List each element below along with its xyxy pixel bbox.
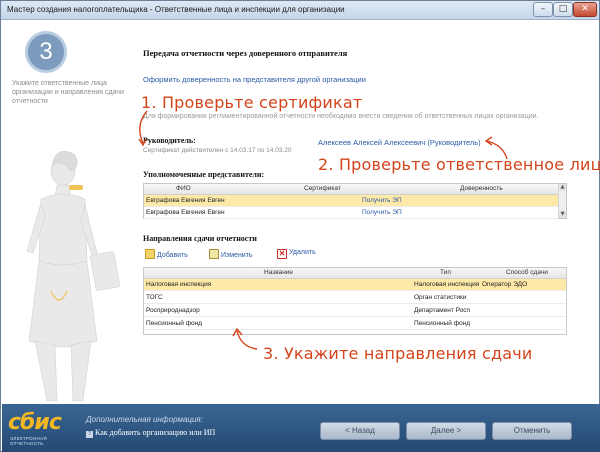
annotation-check-person: 2. Проверьте ответственное лицо <box>318 155 600 174</box>
direction-type: Пенсионный фонд <box>414 320 471 327</box>
rep-name: Евграфова Евгения Евген <box>146 209 225 216</box>
delete-direction-button[interactable]: ✕ Удалить <box>277 249 316 261</box>
maximize-button[interactable]: □ <box>553 2 573 17</box>
column-header[interactable]: Название <box>264 269 293 276</box>
direction-type: Налоговая инспекция <box>414 281 480 288</box>
add-direction-button[interactable]: Добавить <box>145 249 188 261</box>
table-row[interactable]: Евграфова Евгения Евген Получить ЭП <box>144 195 558 207</box>
column-header[interactable]: Способ сдачи <box>506 269 548 276</box>
get-signature-link[interactable]: Получить ЭП <box>362 197 402 204</box>
column-header[interactable]: Сертификат <box>304 185 341 192</box>
direction-method: Оператор ЭДО <box>482 281 528 288</box>
table-row[interactable]: Росприроднадзор Департамент Росп <box>144 305 566 317</box>
table-row[interactable]: Пенсионный фонд Пенсионный фонд <box>144 318 566 330</box>
table-row[interactable]: Евграфова Евгения Евген Получить ЭП <box>144 207 558 219</box>
cert-validity: Сертификат действителен с 14.03.17 по 14… <box>143 147 292 154</box>
page-heading: Передача отчетности через доверенного от… <box>143 48 348 58</box>
directions-table: Название Тип Способ сдачи Налоговая инсп… <box>143 267 567 335</box>
step-description: Укажите ответственные лица организации и… <box>12 80 124 105</box>
directions-label: Направления сдачи отчетности <box>143 234 257 243</box>
scroll-up-icon[interactable]: ▲ <box>559 184 566 191</box>
arrow-icon <box>138 110 148 147</box>
step-number: 3 <box>25 31 67 73</box>
footer-bar: сбис ЭЛЕКТРОННАЯ ОТЧЕТНОСТЬ Дополнительн… <box>2 404 600 452</box>
arrow-icon <box>232 327 258 350</box>
info-text: Для формирования регламентированной отче… <box>143 113 539 120</box>
representatives-label: Уполномоченные представители: <box>143 170 265 179</box>
sbis-logo: сбис ЭЛЕКТРОННАЯ ОТЧЕТНОСТЬ <box>8 410 62 446</box>
annotation-set-directions: 3. Укажите направления сдачи <box>263 344 533 363</box>
howto-link[interactable]: ? Как добавить организацию или ИП <box>86 428 215 438</box>
column-header[interactable]: ФИО <box>176 185 191 192</box>
title-bar: Мастер создания налогоплательщика - Отве… <box>1 1 599 20</box>
column-header[interactable]: Тип <box>440 269 451 276</box>
representatives-table: ФИО Сертификат Доверенность Евграфова Ев… <box>143 183 567 219</box>
edit-icon <box>209 249 219 259</box>
annotation-check-certificate: 1. Проверьте сертификат <box>141 93 363 112</box>
back-button[interactable]: < Назад <box>320 422 400 440</box>
edit-direction-button[interactable]: Изменить <box>209 249 253 261</box>
rep-name: Евграфова Евгения Евген <box>146 197 225 204</box>
direction-type: Орган статистики <box>414 294 467 301</box>
table-row[interactable]: Налоговая инспекция Налоговая инспекция … <box>144 279 566 291</box>
get-signature-link[interactable]: Получить ЭП <box>362 209 402 216</box>
wizard-window: Мастер создания налогоплательщика - Отве… <box>0 0 600 452</box>
add-icon <box>145 249 155 259</box>
head-person-link[interactable]: Алексеев Алексей Алексеевич (Руководител… <box>318 138 481 147</box>
close-button[interactable]: ✕ <box>573 2 597 17</box>
scrollbar[interactable]: ▲ ▼ <box>558 184 566 218</box>
proxy-link[interactable]: Оформить доверенность на представителя д… <box>143 75 366 84</box>
direction-name: ТОГС <box>146 294 163 301</box>
direction-name: Налоговая инспекция <box>146 281 212 288</box>
window-title: Мастер создания налогоплательщика - Отве… <box>7 5 345 14</box>
help-icon: ? <box>86 431 93 438</box>
table-row[interactable]: ТОГС Орган статистики <box>144 292 566 304</box>
cancel-button[interactable]: Отменить <box>492 422 572 440</box>
arrow-icon <box>484 136 508 160</box>
main-content: Передача отчетности через доверенного от… <box>133 21 600 404</box>
delete-icon: ✕ <box>277 249 287 259</box>
direction-name: Росприроднадзор <box>146 307 200 314</box>
additional-info-label: Дополнительная информация: <box>86 415 203 424</box>
direction-name: Пенсионный фонд <box>146 320 203 327</box>
direction-type: Департамент Росп <box>414 307 471 314</box>
woman-illustration <box>26 150 120 402</box>
next-button[interactable]: Далее > <box>406 422 486 440</box>
scroll-down-icon[interactable]: ▼ <box>559 211 566 218</box>
column-header[interactable]: Доверенность <box>460 185 503 192</box>
minimize-button[interactable]: – <box>533 2 553 17</box>
